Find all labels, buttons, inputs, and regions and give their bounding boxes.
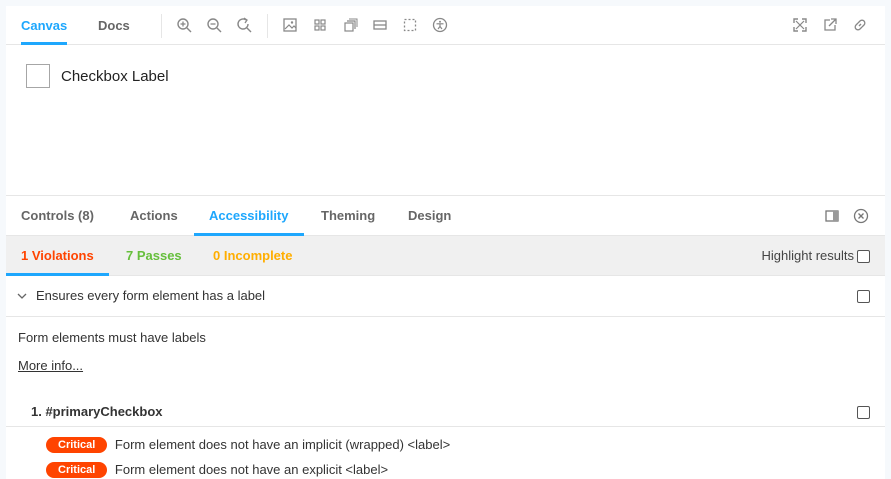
toolbar-divider (161, 14, 162, 38)
tab-incomplete[interactable]: 0 Incomplete (213, 236, 292, 276)
story-canvas: Checkbox Label (6, 46, 885, 195)
zoom-reset-icon[interactable] (236, 17, 252, 33)
chevron-down-icon[interactable] (16, 290, 28, 302)
issue-text: Form element does not have an implicit (… (114, 437, 451, 453)
toolbar: Canvas Docs (6, 6, 885, 45)
critical-badge: Critical (46, 436, 108, 453)
issue-text: Form element does not have an explicit <… (114, 462, 389, 478)
node-selector: 1. #primaryCheckbox (31, 404, 163, 419)
rule-highlight-checkbox[interactable] (857, 290, 870, 303)
rule-description: Form elements must have labels (18, 330, 206, 345)
tab-actions[interactable]: Actions (130, 196, 178, 236)
tab-docs[interactable]: Docs (98, 6, 130, 45)
highlight-results-checkbox[interactable] (857, 250, 870, 263)
tab-controls[interactable]: Controls (8) (21, 196, 94, 236)
storybook-frame: Canvas Docs Checkbox Label Controls (8) … (6, 6, 885, 479)
addons-tabbar: Controls (8) Actions Accessibility Themi… (6, 195, 885, 236)
tab-design[interactable]: Design (408, 196, 451, 236)
accessibility-icon[interactable] (432, 17, 448, 33)
open-new-tab-icon[interactable] (822, 17, 838, 33)
zoom-in-icon[interactable] (176, 17, 192, 33)
a11y-results-bar: 1 Violations 7 Passes 0 Incomplete Highl… (6, 236, 885, 276)
tab-violations[interactable]: 1 Violations (6, 236, 109, 276)
background-icon[interactable] (282, 17, 298, 33)
tab-theming[interactable]: Theming (321, 196, 375, 236)
grid-icon[interactable] (312, 17, 328, 33)
tab-accessibility[interactable]: Accessibility (194, 196, 304, 236)
toolbar-divider (267, 14, 268, 38)
outline-icon[interactable] (402, 17, 418, 33)
checkbox-label: Checkbox Label (61, 68, 169, 85)
issue-item: Critical Form element does not have an i… (46, 436, 450, 454)
close-panel-icon[interactable] (853, 208, 869, 224)
tab-canvas[interactable]: Canvas (21, 6, 68, 45)
measure-icon[interactable] (342, 17, 358, 33)
tab-passes[interactable]: 7 Passes (126, 236, 182, 276)
rule-title: Ensures every form element has a label (36, 288, 266, 303)
fullscreen-icon[interactable] (792, 17, 808, 33)
node-row: 1. #primaryCheckbox (6, 391, 885, 427)
zoom-out-icon[interactable] (206, 17, 222, 33)
critical-badge: Critical (46, 461, 108, 478)
copy-link-icon[interactable] (852, 17, 868, 33)
viewport-icon[interactable] (372, 17, 388, 33)
issue-item: Critical Form element does not have an e… (46, 461, 388, 479)
node-highlight-checkbox[interactable] (857, 406, 870, 419)
panel-orientation-icon[interactable] (824, 208, 840, 224)
rule-details: Form elements must have labels More info… (6, 317, 885, 479)
highlight-results-label: Highlight results (761, 248, 855, 263)
rule-row[interactable]: Ensures every form element has a label (6, 276, 885, 317)
primary-checkbox[interactable] (26, 64, 50, 88)
more-info-link[interactable]: More info... (18, 358, 83, 373)
